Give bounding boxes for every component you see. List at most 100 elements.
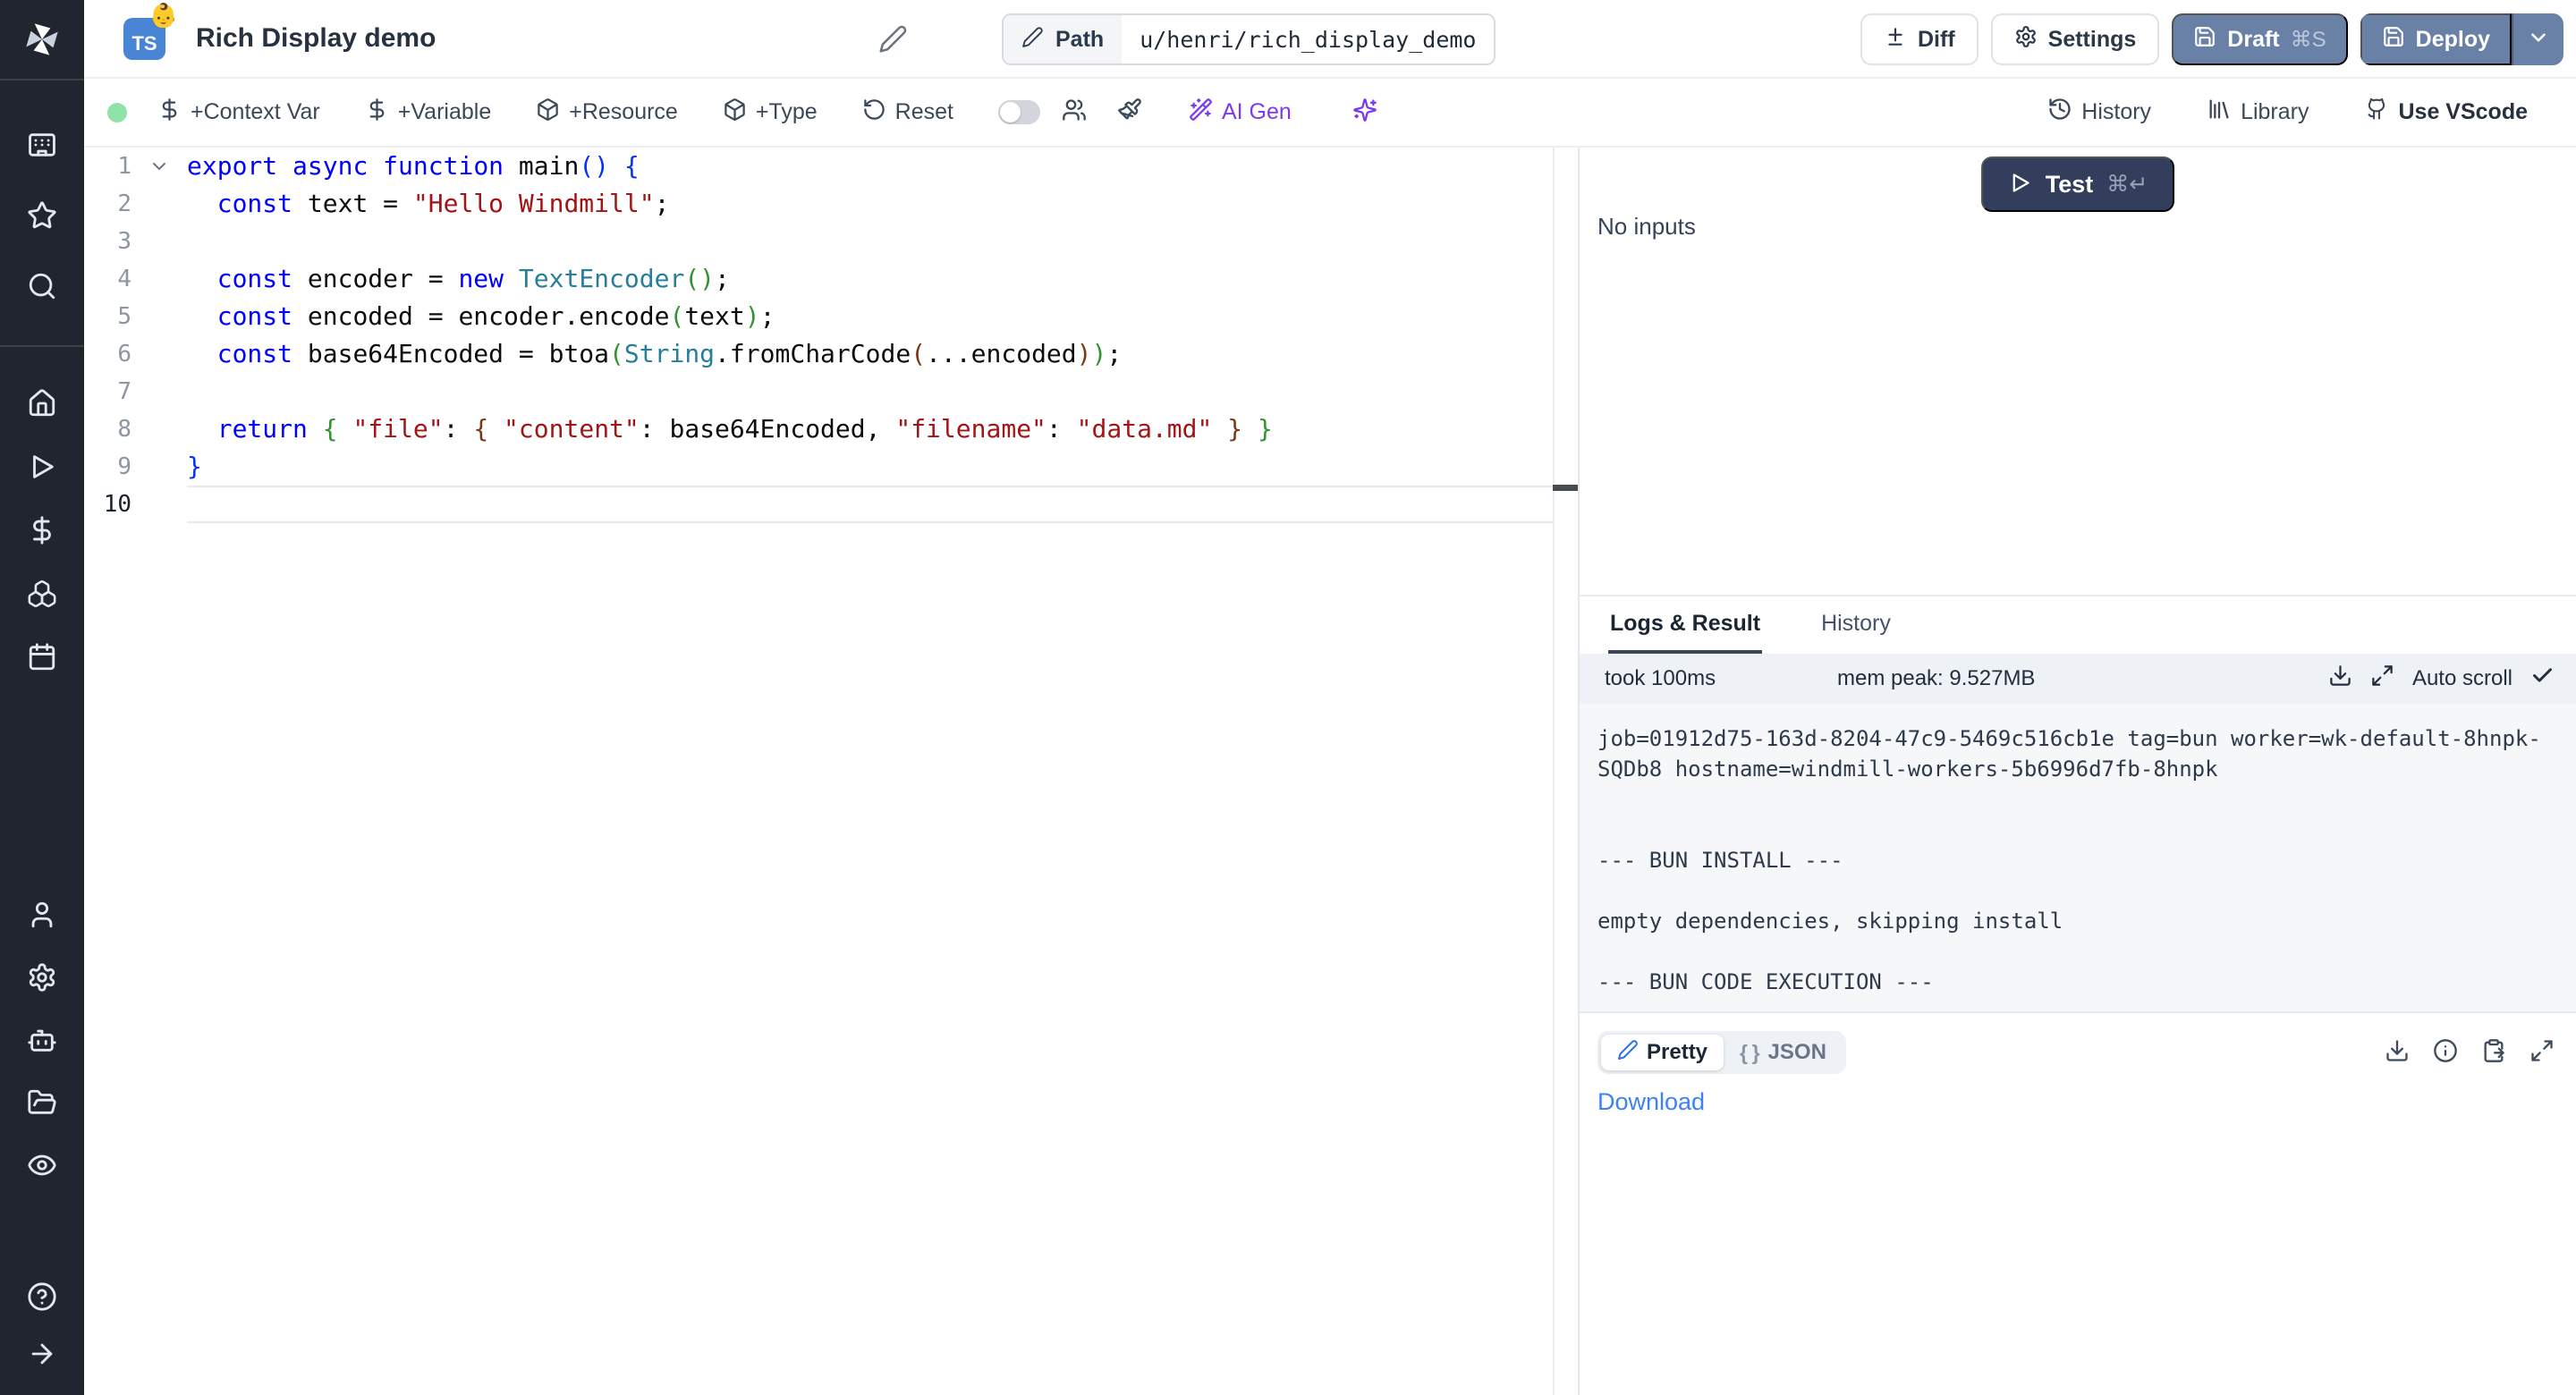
fold-gutter bbox=[131, 410, 187, 448]
expand-result-icon[interactable] bbox=[2529, 1038, 2555, 1068]
fold-gutter bbox=[131, 223, 187, 260]
code-line[interactable]: 6 const base64Encoded = btoa(String.from… bbox=[84, 335, 1578, 373]
reset-button[interactable]: Reset bbox=[862, 97, 953, 128]
add-context-var-button[interactable]: +Context Var bbox=[157, 97, 320, 128]
sidebar-item-users[interactable] bbox=[0, 900, 84, 933]
expand-logs-icon[interactable] bbox=[2370, 664, 2394, 694]
sidebar-item-settings[interactable] bbox=[0, 963, 84, 995]
auto-scroll-label[interactable]: Auto scroll bbox=[2412, 666, 2512, 691]
topbar: TS 👶 Rich Display demo Path u/henri/rich… bbox=[84, 0, 2576, 79]
save-icon bbox=[2193, 25, 2216, 55]
editor-toolbar: +Context Var +Variable +Resource +Type R… bbox=[84, 79, 2576, 148]
braces-icon: { } bbox=[1740, 1041, 1760, 1065]
star-icon bbox=[27, 200, 57, 235]
code-line[interactable]: 3 bbox=[84, 223, 1578, 260]
info-icon[interactable] bbox=[2433, 1038, 2458, 1068]
code-line[interactable]: 4 const encoder = new TextEncoder(); bbox=[84, 260, 1578, 298]
code-text: const text = "Hello Windmill"; bbox=[187, 185, 1553, 223]
sidebar-item-runs[interactable] bbox=[0, 452, 84, 485]
library-icon bbox=[2207, 97, 2232, 128]
json-tab[interactable]: { } JSON bbox=[1724, 1035, 1843, 1070]
use-vscode-button[interactable]: Use VScode bbox=[2364, 97, 2528, 128]
sidebar-item-folders[interactable] bbox=[0, 1088, 84, 1120]
library-button[interactable]: Library bbox=[2207, 97, 2309, 128]
code-line[interactable]: 1export async function main() { bbox=[84, 148, 1578, 185]
line-number: 7 bbox=[84, 373, 131, 410]
format-code-button[interactable] bbox=[1117, 97, 1142, 127]
code-line[interactable]: 9} bbox=[84, 448, 1578, 486]
sidebar-item-search[interactable] bbox=[0, 272, 84, 304]
ai-sparkles-button[interactable] bbox=[1352, 97, 1377, 127]
help-circle-icon bbox=[27, 1281, 57, 1316]
download-logs-icon[interactable] bbox=[2328, 664, 2352, 694]
typescript-badge: TS 👶 bbox=[123, 18, 165, 60]
code-line[interactable]: 8 return { "file": { "content": base64En… bbox=[84, 410, 1578, 448]
path-edit-button[interactable]: Path bbox=[1004, 15, 1122, 63]
play-icon bbox=[27, 452, 57, 486]
log-output[interactable]: job=01912d75-163d-8204-47c9-5469c516cb1e… bbox=[1580, 704, 2576, 1013]
deploy-dropdown-button[interactable] bbox=[2513, 13, 2563, 65]
ai-gen-button[interactable]: AI Gen bbox=[1189, 97, 1292, 128]
sidebar-item-favorites[interactable] bbox=[0, 201, 84, 233]
check-icon[interactable] bbox=[2530, 664, 2555, 694]
sidebar-item-help[interactable] bbox=[0, 1282, 84, 1315]
pencil-icon bbox=[878, 42, 908, 57]
path-value[interactable]: u/henri/rich_display_demo bbox=[1122, 15, 1494, 63]
line-number: 8 bbox=[84, 410, 131, 448]
line-number: 6 bbox=[84, 335, 131, 373]
diff-button[interactable]: Diff bbox=[1860, 13, 1979, 65]
code-editor[interactable]: 1export async function main() {2 const t… bbox=[84, 148, 1580, 1395]
app-window: TS 👶 Rich Display demo Path u/henri/rich… bbox=[0, 0, 2576, 1395]
cursor-position-marker bbox=[1553, 485, 1578, 491]
editor-overview-ruler[interactable] bbox=[1553, 148, 1578, 1395]
tab-logs-result[interactable]: Logs & Result bbox=[1608, 596, 1762, 654]
test-button[interactable]: Test ⌘↵ bbox=[1981, 156, 2174, 212]
inputs-section: Test ⌘↵ No inputs bbox=[1580, 148, 2576, 595]
code-line[interactable]: 2 const text = "Hello Windmill"; bbox=[84, 185, 1578, 223]
path-group[interactable]: Path u/henri/rich_display_demo bbox=[1002, 13, 1496, 65]
sidebar-item-workers[interactable] bbox=[0, 1026, 84, 1058]
clipboard-copy-icon[interactable] bbox=[2481, 1038, 2506, 1068]
result-download-link[interactable]: Download bbox=[1597, 1088, 1705, 1116]
sidebar-item-schedules[interactable] bbox=[0, 643, 84, 675]
gear-icon bbox=[2014, 25, 2038, 55]
settings-button[interactable]: Settings bbox=[1991, 13, 2160, 65]
line-number: 10 bbox=[84, 486, 131, 523]
sidebar-item-resources[interactable] bbox=[0, 579, 84, 612]
edit-summary-button[interactable] bbox=[878, 24, 908, 58]
sidebar-expand-button[interactable] bbox=[0, 1340, 84, 1372]
line-number: 5 bbox=[84, 298, 131, 335]
code-line[interactable]: 7 bbox=[84, 373, 1578, 410]
fold-gutter bbox=[131, 448, 187, 486]
windmill-logo-icon[interactable] bbox=[0, 0, 84, 79]
code-line[interactable]: 5 const encoded = encoder.encode(text); bbox=[84, 298, 1578, 335]
sparkles-icon bbox=[1352, 97, 1377, 127]
pretty-tab[interactable]: Pretty bbox=[1601, 1035, 1724, 1070]
fold-gutter bbox=[131, 335, 187, 373]
add-type-button[interactable]: +Type bbox=[723, 97, 818, 128]
result-tabs: Logs & Result History bbox=[1580, 596, 2576, 654]
code-text: const encoder = new TextEncoder(); bbox=[187, 260, 1553, 298]
deploy-button[interactable]: Deploy bbox=[2360, 13, 2512, 65]
test-shortcut: ⌘↵ bbox=[2106, 171, 2148, 198]
fold-chevron-icon[interactable] bbox=[131, 148, 187, 185]
save-icon bbox=[2382, 25, 2405, 55]
sidebar-item-audit-logs[interactable] bbox=[0, 1151, 84, 1183]
folder-open-icon bbox=[27, 1087, 57, 1122]
tab-history[interactable]: History bbox=[1819, 596, 1893, 654]
code-text: const encoded = encoder.encode(text); bbox=[187, 298, 1553, 335]
sidebar-item-workspace[interactable] bbox=[0, 131, 84, 163]
gear-icon bbox=[27, 962, 57, 997]
history-button[interactable]: History bbox=[2047, 97, 2151, 128]
run-duration: took 100ms bbox=[1605, 666, 1837, 691]
multiplayer-toggle[interactable] bbox=[998, 100, 1040, 124]
sidebar-item-home[interactable] bbox=[0, 389, 84, 421]
sidebar-item-variables[interactable] bbox=[0, 516, 84, 548]
code-line[interactable]: 10 bbox=[84, 486, 1578, 523]
multiplayer-users-button[interactable] bbox=[1062, 97, 1087, 127]
add-variable-button[interactable]: +Variable bbox=[365, 97, 491, 128]
download-result-icon[interactable] bbox=[2385, 1038, 2410, 1068]
draft-button[interactable]: Draft ⌘S bbox=[2172, 13, 2347, 65]
code-text bbox=[187, 223, 1553, 260]
add-resource-button[interactable]: +Resource bbox=[536, 97, 678, 128]
